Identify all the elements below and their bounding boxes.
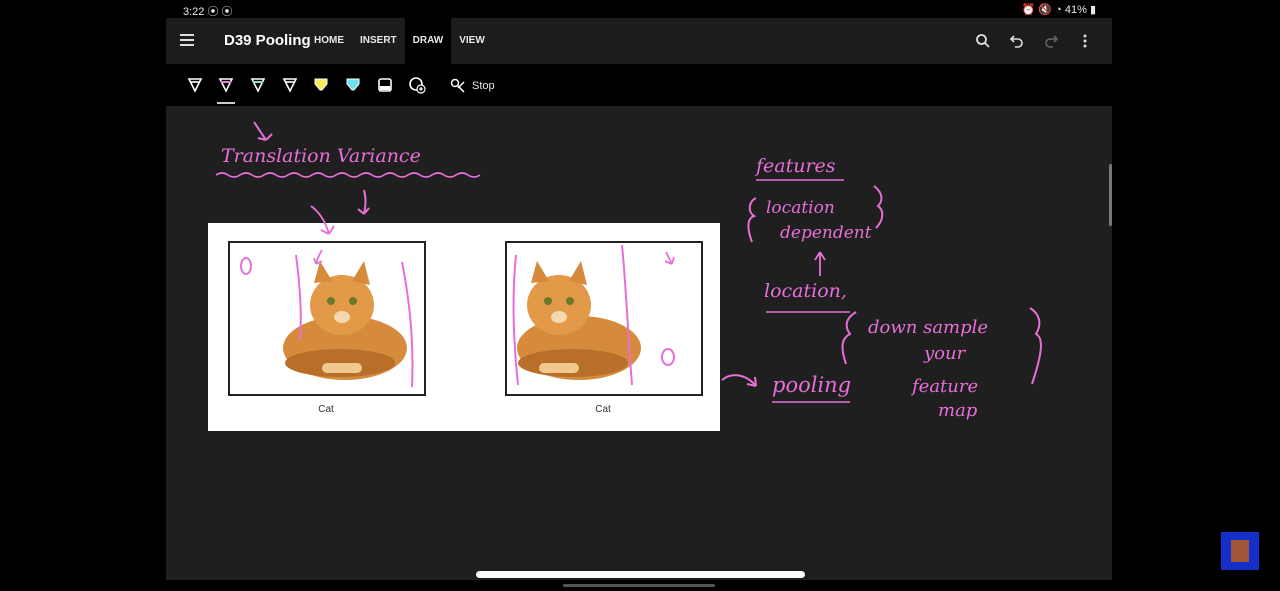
ink-layer: Translation Variance features location d… bbox=[215, 121, 1042, 421]
ink-down-sample-2: your bbox=[923, 343, 967, 364]
ink-heading: Translation Variance bbox=[221, 145, 421, 167]
ink-location: location, bbox=[764, 280, 847, 302]
ink-location-dependent-1: location bbox=[766, 198, 835, 218]
ink-down-sample-3: feature bbox=[910, 376, 978, 397]
home-indicator[interactable] bbox=[476, 571, 805, 578]
ink-pooling: pooling bbox=[772, 373, 851, 397]
ink-location-dependent-2: dependent bbox=[780, 223, 872, 243]
page-scroll-indicator bbox=[563, 584, 715, 587]
ink-down-sample-4: map bbox=[938, 400, 978, 421]
tablet-screen: 3:22 ⦿ ⦿ ⏰ 🔇 ◔ 41% ▮ D39 Pooling HOME IN… bbox=[166, 0, 1112, 580]
ink-down-sample-1: down sample bbox=[868, 317, 988, 338]
watermark-logo bbox=[1221, 532, 1259, 570]
ink-features: features bbox=[754, 155, 836, 177]
